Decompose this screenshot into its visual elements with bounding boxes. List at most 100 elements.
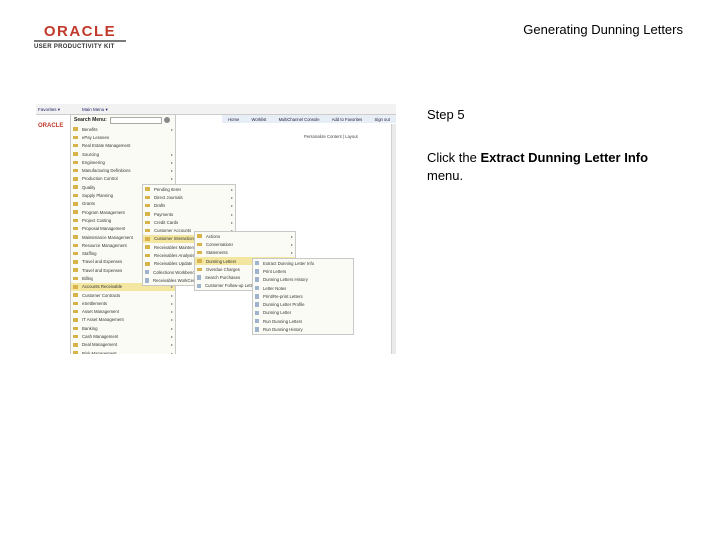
folder-icon: [73, 210, 78, 214]
document-icon: [255, 269, 259, 274]
menu-item-statements[interactable]: Statements ▸: [195, 249, 295, 257]
search-menu-input[interactable]: [109, 116, 162, 124]
document-icon: [145, 278, 149, 283]
oracle-upk-logo: ORACLE USER PRODUCTIVITY KIT: [34, 24, 126, 50]
search-go-icon[interactable]: [163, 117, 170, 123]
menu-item-label: Drafts: [154, 203, 166, 209]
submenu-arrow-icon: ▸: [230, 186, 233, 192]
folder-icon: [73, 285, 78, 289]
menu-item-epay-lessees[interactable]: ePay Lessees: [71, 133, 175, 141]
page-title: Generating Dunning Letters: [523, 22, 683, 37]
menu-item-production-control[interactable]: Production Control ▸: [71, 175, 175, 183]
menu-item-label: Dunning Letter Profile: [263, 302, 305, 308]
menu-item-engineering[interactable]: Engineering ▸: [71, 158, 175, 166]
document-icon: [255, 302, 259, 307]
nav-link-multichannel[interactable]: MultiChannel Console: [279, 117, 320, 122]
submenu-arrow-icon: ▸: [170, 334, 173, 340]
menu-item-run-dunning-history[interactable]: Run Dunning History: [253, 325, 353, 333]
menu-item-label: Search Purchases: [205, 275, 241, 281]
menu-item-label: Grants: [82, 201, 95, 207]
screenshot-nav-links: Home Worklist MultiChannel Console Add t…: [222, 115, 396, 123]
menu-item-asset-management[interactable]: Asset Management ▸: [71, 308, 175, 316]
submenu-arrow-icon: ▸: [230, 203, 233, 209]
menu-item-dunning-letter-profile[interactable]: Dunning Letter Profile: [253, 300, 353, 308]
folder-icon: [145, 212, 150, 216]
document-icon: [255, 327, 259, 332]
screenshot-oracle-logo: ORACLE: [38, 123, 64, 129]
menu-item-customer-contracts[interactable]: Customer Contracts ▸: [71, 291, 175, 299]
favorites-menu[interactable]: Favorites ▾: [38, 107, 60, 113]
menu-item-payments[interactable]: Payments ▸: [143, 210, 235, 218]
submenu-arrow-icon: ▸: [170, 317, 173, 323]
menu-item-credit-cards[interactable]: Credit Cards ▸: [143, 218, 235, 226]
document-icon: [197, 275, 201, 280]
menu-item-run-dunning-letters[interactable]: Run Dunning Letters: [253, 317, 353, 325]
menu-item-label: Actions: [206, 233, 221, 239]
menu-item-label: Receivables Update: [154, 261, 193, 267]
submenu-arrow-icon: ▸: [170, 325, 173, 331]
main-menu-tab[interactable]: Main Menu ▾: [82, 107, 108, 113]
menu-item-print-re-print-letters[interactable]: Print/Re-print Letters: [253, 292, 353, 300]
dunning-letters-submenu: Extract Dunning Letter Info Print Letters…: [252, 258, 354, 335]
menu-item-extract-dunning-letter-info[interactable]: Extract Dunning Letter Info: [253, 259, 353, 267]
menu-item-sourcing[interactable]: Sourcing ▸: [71, 150, 175, 158]
menu-item-label: Manufacturing Definitions: [82, 168, 131, 174]
menu-item-label: Travel and Expenses: [82, 267, 123, 273]
submenu-arrow-icon: ▸: [230, 194, 233, 200]
submenu-arrow-icon: ▸: [170, 292, 173, 298]
menu-item-drafts[interactable]: Drafts ▸: [143, 202, 235, 210]
folder-icon: [145, 237, 150, 241]
menu-item-risk-management[interactable]: Risk Management ▸: [71, 349, 175, 354]
menu-item-label: Statements: [206, 250, 228, 256]
folder-icon: [73, 293, 78, 297]
menu-item-real-estate-management[interactable]: Real Estate Management: [71, 142, 175, 150]
menu-item-print-letters[interactable]: Print Letters: [253, 267, 353, 275]
nav-link-add-favorites[interactable]: Add to Favorites: [332, 117, 363, 122]
folder-icon: [73, 143, 78, 148]
nav-link-worklist[interactable]: Worklist: [252, 117, 267, 122]
menu-item-it-asset-management[interactable]: IT Asset Management ▸: [71, 316, 175, 324]
folder-icon: [73, 193, 78, 198]
nav-link-sign-out[interactable]: Sign out: [375, 117, 390, 122]
document-icon: [255, 294, 259, 299]
menu-item-dunning-letters-history[interactable]: Dunning Letters History: [253, 276, 353, 284]
menu-item-label: Proposal Management: [82, 226, 126, 232]
menu-item-direct-journals[interactable]: Direct Journals ▸: [143, 193, 235, 201]
folder-icon: [145, 195, 150, 200]
menu-item-benefits[interactable]: Benefits ▸: [71, 125, 175, 133]
menu-item-label: Dunning Letters History: [263, 277, 308, 283]
menu-item-label: Pending Items: [154, 186, 182, 192]
folder-icon: [73, 276, 78, 281]
menu-item-label: Accounts Receivable: [82, 284, 123, 290]
menu-item-esettlements[interactable]: eSettlements ▸: [71, 299, 175, 307]
menu-item-dunning-letter[interactable]: Dunning Letter: [253, 309, 353, 317]
folder-icon: [73, 343, 78, 347]
menu-item-pending-items[interactable]: Pending Items ▸: [143, 185, 235, 193]
menu-item-banking[interactable]: Banking ▸: [71, 324, 175, 332]
folder-icon: [145, 203, 150, 208]
submenu-arrow-icon: ▸: [230, 211, 233, 217]
menu-item-deal-management[interactable]: Deal Management ▸: [71, 341, 175, 349]
folder-icon: [73, 152, 78, 156]
folder-icon: [73, 160, 78, 165]
menu-item-label: Credit Cards: [154, 219, 179, 225]
menu-item-label: Run Dunning History: [263, 327, 303, 333]
menu-item-label: ePay Lessees: [82, 134, 109, 140]
menu-item-label: Deal Management: [82, 342, 118, 348]
menu-item-cash-management[interactable]: Cash Management ▸: [71, 332, 175, 340]
menu-item-label: Letter Notes: [263, 285, 287, 291]
nav-link-home[interactable]: Home: [228, 117, 239, 122]
menu-item-letter-notes[interactable]: Letter Notes: [253, 284, 353, 292]
menu-item-label: Overdue Charges: [206, 266, 240, 272]
submenu-arrow-icon: ▸: [290, 233, 293, 239]
menu-item-manufacturing-definitions[interactable]: Manufacturing Definitions ▸: [71, 166, 175, 174]
menu-item-label: Customer Follow-up Letters: [205, 283, 258, 289]
menu-item-label: Conversations: [206, 241, 234, 247]
folder-icon: [73, 185, 78, 189]
menu-item-label: Sourcing: [82, 151, 99, 157]
menu-item-conversations[interactable]: Conversations ▸: [195, 240, 295, 248]
screenshot-scrollbar[interactable]: [391, 124, 396, 354]
personalize-content-link[interactable]: Personalize Content | Layout: [304, 134, 358, 139]
menu-item-label: Run Dunning Letters: [263, 318, 303, 324]
menu-item-actions[interactable]: Actions ▸: [195, 232, 295, 240]
